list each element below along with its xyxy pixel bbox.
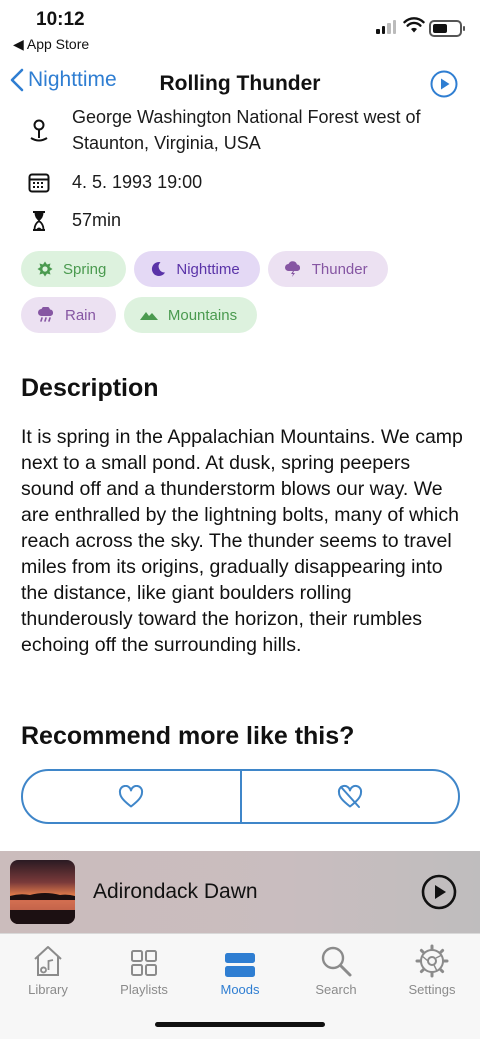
back-to-app-store[interactable]: ◀ App Store — [13, 36, 89, 53]
status-time: 10:12 — [36, 9, 85, 30]
like-button[interactable] — [23, 771, 240, 822]
tag-label: Nighttime — [176, 260, 240, 278]
tag-label: Mountains — [167, 306, 238, 324]
grid-icon — [131, 950, 157, 976]
thunder-cloud-icon — [284, 261, 300, 277]
home-indicator[interactable] — [155, 1022, 325, 1027]
battery-icon — [429, 20, 465, 37]
tag-label: Spring — [63, 260, 107, 278]
description-heading: Description — [21, 374, 159, 402]
description-text: It is spring in the Appalachian Mountain… — [21, 426, 463, 656]
duration: 57min — [72, 210, 122, 230]
wifi-icon — [403, 17, 425, 33]
mini-player[interactable]: Adirondack Dawn — [0, 851, 480, 933]
rain-cloud-icon — [38, 307, 54, 322]
dislike-button[interactable] — [239, 771, 459, 822]
tab-settings[interactable]: Settings — [384, 942, 480, 997]
recording-date: 4. 5. 1993 19:00 — [72, 172, 203, 192]
tab-label: Playlists — [120, 982, 168, 997]
tab-label: Settings — [408, 982, 456, 997]
detail-content[interactable]: George Washington National Forest west o… — [0, 106, 480, 846]
location-line-1: George Washington National Forest west o… — [72, 107, 421, 127]
tag-thunder[interactable]: Thunder — [267, 251, 388, 287]
heart-slash-icon — [337, 784, 362, 808]
album-artwork — [10, 860, 75, 924]
now-playing-title: Adirondack Dawn — [93, 880, 258, 903]
calendar-icon — [28, 173, 50, 193]
play-circle-icon[interactable] — [430, 70, 458, 98]
navigation-bar: Nighttime Rolling Thunder — [0, 62, 480, 108]
tab-label: Search — [315, 982, 357, 997]
tag-spring[interactable]: Spring — [21, 251, 127, 287]
flower-icon — [37, 261, 53, 277]
recommend-heading: Recommend more like this? — [21, 722, 355, 750]
tag-list: Spring Nighttime Thunder Rain Mountains — [21, 251, 461, 343]
location-pin-icon — [30, 119, 48, 142]
tab-label: Library — [28, 982, 68, 997]
play-circle-icon[interactable] — [421, 874, 457, 910]
moon-icon — [152, 262, 166, 277]
tab-label: Moods — [220, 982, 260, 997]
tag-label: Thunder — [311, 260, 368, 278]
tag-mountains[interactable]: Mountains — [123, 297, 258, 333]
status-bar: 10:12 ◀ App Store — [0, 0, 480, 56]
moods-icon — [225, 953, 255, 977]
gear-icon — [415, 944, 449, 978]
tag-rain[interactable]: Rain — [21, 297, 116, 333]
search-icon — [321, 946, 352, 977]
hourglass-icon — [33, 211, 45, 231]
tag-label: Rain — [65, 306, 96, 324]
recommend-control — [21, 769, 460, 824]
heart-icon — [119, 784, 144, 807]
cellular-signal-icon — [376, 20, 396, 34]
library-icon — [34, 946, 62, 976]
tab-moods[interactable]: Moods — [192, 942, 288, 997]
tab-library[interactable]: Library — [0, 942, 96, 997]
tab-playlists[interactable]: Playlists — [96, 942, 192, 997]
tag-nighttime[interactable]: Nighttime — [134, 251, 260, 287]
mountains-icon — [139, 312, 158, 320]
page-title: Rolling Thunder — [159, 72, 321, 95]
tab-search[interactable]: Search — [288, 942, 384, 997]
location-line-2: Staunton, Virginia, USA — [72, 133, 261, 153]
